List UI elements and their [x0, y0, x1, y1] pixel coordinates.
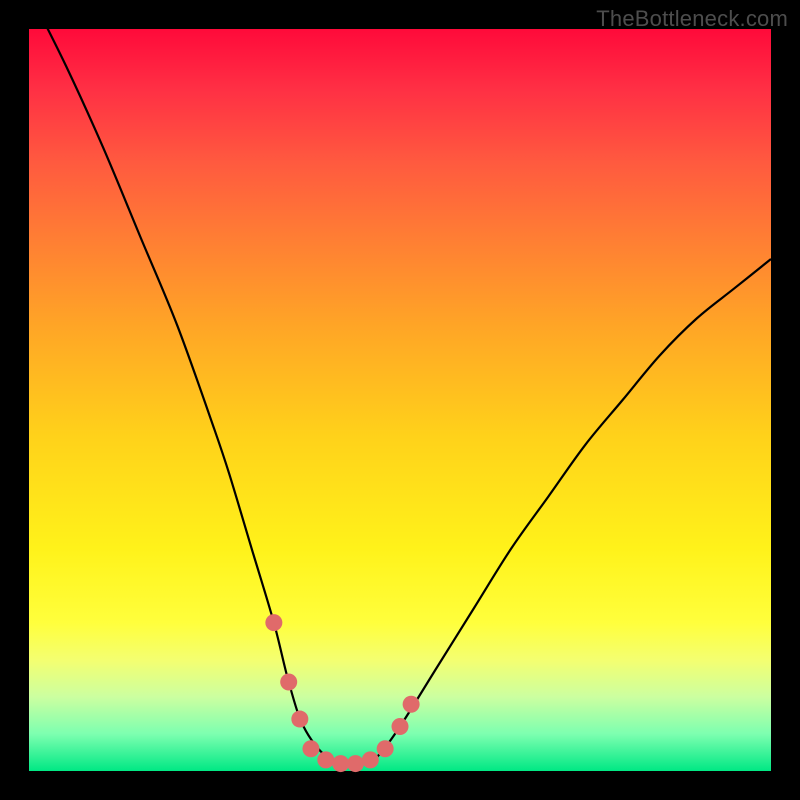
valley-marker [317, 751, 334, 768]
chart-svg [29, 29, 771, 771]
valley-marker [362, 751, 379, 768]
valley-marker [302, 740, 319, 757]
valley-marker [291, 711, 308, 728]
valley-marker [403, 696, 420, 713]
valley-marker [332, 755, 349, 772]
valley-marker [265, 614, 282, 631]
valley-marker-group [265, 614, 419, 772]
valley-marker [280, 673, 297, 690]
bottleneck-curve [29, 0, 771, 765]
valley-marker [377, 740, 394, 757]
valley-marker [347, 755, 364, 772]
valley-marker [392, 718, 409, 735]
watermark-text: TheBottleneck.com [596, 6, 788, 32]
chart-frame: TheBottleneck.com [0, 0, 800, 800]
